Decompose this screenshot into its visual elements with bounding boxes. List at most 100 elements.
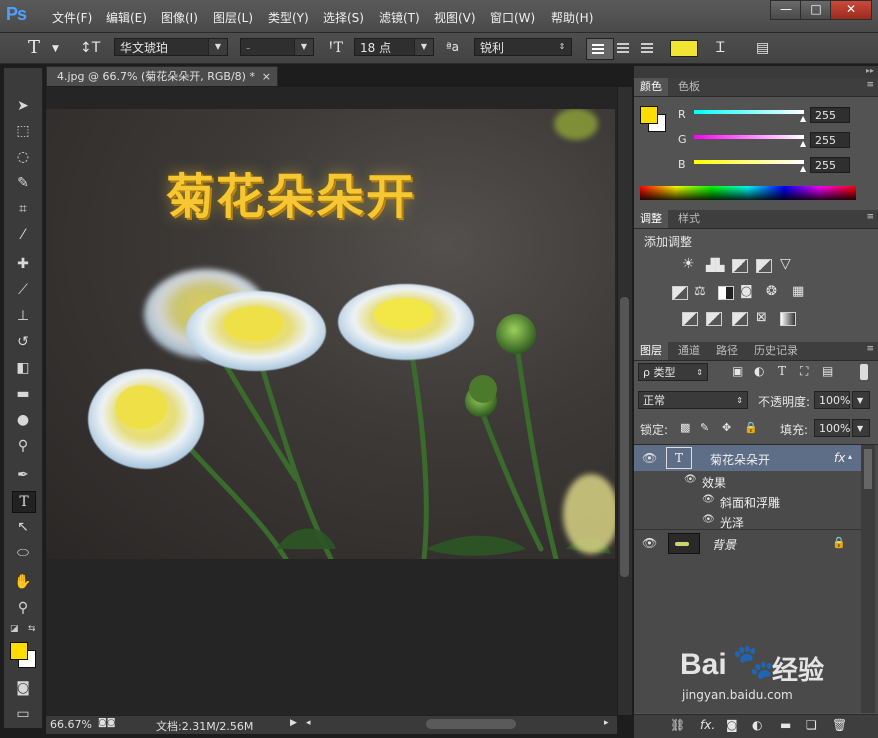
panel-menu-icon[interactable]: ≡ — [866, 80, 874, 90]
layer-name[interactable]: 背景 — [712, 536, 736, 553]
scroll-right-icon[interactable]: ▸ — [604, 718, 609, 728]
posterize-icon[interactable] — [706, 312, 722, 326]
menu-image[interactable]: 图像(I) — [161, 9, 198, 26]
effect-row[interactable]: 👁 光泽 — [634, 511, 861, 531]
brightness-icon[interactable]: ☀ — [682, 256, 695, 272]
exposure-icon[interactable] — [756, 259, 772, 273]
eyedropper-tool-icon[interactable]: ⁄ — [12, 225, 34, 245]
collapse-effects-icon[interactable]: ▴ — [848, 452, 852, 461]
r-slider-handle[interactable]: ▲ — [800, 114, 806, 123]
g-value[interactable]: 255 — [810, 132, 850, 148]
gradient-map-icon[interactable]: ⊠ — [756, 310, 767, 325]
pen-tool-icon[interactable]: ✒ — [12, 465, 34, 485]
color-balance-icon[interactable]: ⚖ — [694, 284, 706, 299]
visibility-eye-icon[interactable]: 👁 — [702, 494, 715, 505]
filter-pixel-icon[interactable]: ▣ — [732, 364, 743, 378]
g-slider[interactable] — [694, 135, 804, 139]
move-tool-icon[interactable]: ➤ — [12, 96, 34, 116]
tab-adjustments[interactable]: 调整 — [634, 210, 668, 228]
lock-transparent-icon[interactable]: ▩ — [680, 421, 690, 434]
filter-shape-icon[interactable]: ⛶ — [800, 364, 808, 379]
brush-tool-icon[interactable]: ⟋ — [12, 280, 34, 300]
link-layers-icon[interactable]: ⛓ — [670, 718, 685, 732]
add-mask-icon[interactable]: ◙ — [726, 718, 738, 732]
threshold-icon[interactable] — [732, 312, 748, 326]
history-brush-tool-icon[interactable]: ↺ — [12, 332, 34, 352]
r-slider[interactable] — [694, 110, 804, 114]
align-right-button[interactable] — [638, 38, 658, 58]
curves-icon[interactable] — [732, 259, 748, 273]
layer-row-background[interactable]: 👁 背景 🔒 — [634, 529, 861, 556]
panel-menu-icon[interactable]: ≡ — [866, 212, 874, 222]
warp-text-icon[interactable]: Ꮖ — [716, 40, 725, 56]
b-slider-handle[interactable]: ▲ — [800, 164, 806, 173]
scroll-thumb[interactable] — [620, 297, 629, 577]
antialias-select[interactable]: 锐利 ⇕ — [474, 38, 572, 56]
tab-channels[interactable]: 通道 — [672, 342, 706, 360]
add-style-icon[interactable]: fx. — [700, 718, 715, 732]
lock-position-icon[interactable]: ✥ — [722, 421, 731, 434]
new-layer-icon[interactable]: ❏ — [806, 718, 817, 732]
b-value[interactable]: 255 — [810, 157, 850, 173]
swap-colors-icon[interactable]: ⇆ — [28, 624, 36, 634]
layer-filter-select[interactable]: ρ 类型 ⇕ — [638, 363, 708, 381]
status-menu-arrow-icon[interactable]: ▶ — [290, 718, 297, 728]
fill-dropdown-icon[interactable]: ▼ — [852, 419, 870, 437]
layer-row-text[interactable]: 👁 T 菊花朵朵开 fx ▴ — [634, 445, 861, 471]
healing-brush-tool-icon[interactable]: ✚ — [12, 254, 34, 274]
layer-name[interactable]: 菊花朵朵开 — [710, 451, 770, 468]
vibrance-icon[interactable]: ▽ — [780, 256, 791, 272]
new-adjustment-icon[interactable]: ◐ — [752, 718, 762, 732]
panel-collapse-icon[interactable]: ▸▸ — [634, 66, 878, 78]
menu-help[interactable]: 帮助(H) — [551, 9, 593, 26]
font-family-select[interactable]: 华文琥珀 ▼ — [114, 38, 228, 56]
close-tab-icon[interactable]: × — [262, 67, 271, 87]
menu-filter[interactable]: 滤镜(T) — [379, 9, 420, 26]
align-center-button[interactable] — [614, 38, 634, 58]
vertical-scrollbar[interactable] — [617, 87, 632, 715]
zoom-level[interactable]: 66.67% — [50, 718, 92, 731]
color-spectrum[interactable] — [640, 186, 856, 200]
hue-saturation-icon[interactable] — [672, 286, 688, 300]
color-lookup-icon[interactable]: ▦ — [792, 284, 804, 299]
dodge-tool-icon[interactable]: ⚲ — [12, 436, 34, 456]
filter-toggle[interactable] — [860, 364, 868, 380]
layer-fx-icon[interactable]: fx — [834, 451, 845, 465]
font-size-select[interactable]: 18 点 ▼ — [354, 38, 434, 56]
foreground-color-swatch[interactable] — [10, 642, 28, 660]
effects-row[interactable]: 👁 效果 — [634, 471, 861, 491]
blend-mode-select[interactable]: 正常 ⇕ — [638, 391, 748, 409]
visibility-eye-icon[interactable]: 👁 — [702, 514, 715, 525]
close-window-button[interactable]: ✕ — [830, 0, 872, 20]
black-white-icon[interactable] — [718, 286, 734, 300]
tab-color[interactable]: 颜色 — [634, 78, 668, 96]
channel-mixer-icon[interactable]: ❂ — [766, 284, 777, 299]
align-left-button[interactable] — [586, 38, 614, 60]
clone-stamp-tool-icon[interactable]: ⊥ — [12, 306, 34, 326]
document-tab[interactable]: 4.jpg @ 66.7% (菊花朵朵开, RGB/8) * × — [46, 66, 278, 86]
invert-icon[interactable] — [682, 312, 698, 326]
tab-history[interactable]: 历史记录 — [748, 342, 804, 360]
gradient-tool-icon[interactable]: ▬ — [12, 384, 34, 404]
canvas-title-text[interactable]: 菊花朵朵开 — [166, 157, 416, 227]
new-group-icon[interactable]: ▬ — [780, 718, 791, 732]
screen-mode-icon[interactable]: ▭ — [12, 704, 34, 724]
menu-type[interactable]: 类型(Y) — [268, 9, 309, 26]
layers-scrollbar[interactable] — [861, 445, 875, 713]
document-canvas[interactable]: 菊花朵朵开 — [46, 109, 615, 559]
opacity-input[interactable]: 100% — [814, 391, 850, 409]
tab-styles[interactable]: 样式 — [672, 210, 706, 228]
character-panel-icon[interactable]: ▤ — [756, 40, 769, 56]
panel-menu-icon[interactable]: ≡ — [866, 344, 874, 354]
filter-smart-icon[interactable]: ▤ — [822, 364, 833, 378]
tab-swatches[interactable]: 色板 — [672, 78, 706, 96]
type-tool-icon[interactable]: T — [12, 491, 36, 513]
tab-paths[interactable]: 路径 — [710, 342, 744, 360]
ellipse-tool-icon[interactable]: ⬭ — [12, 543, 34, 563]
delete-layer-icon[interactable]: 🗑 — [832, 718, 847, 732]
b-slider[interactable] — [694, 160, 804, 164]
color-fg-swatch[interactable] — [640, 106, 658, 124]
photo-filter-icon[interactable]: ◙ — [740, 284, 753, 299]
crop-tool-icon[interactable]: ⌗ — [12, 199, 34, 219]
filter-type-icon[interactable]: T — [778, 364, 786, 378]
